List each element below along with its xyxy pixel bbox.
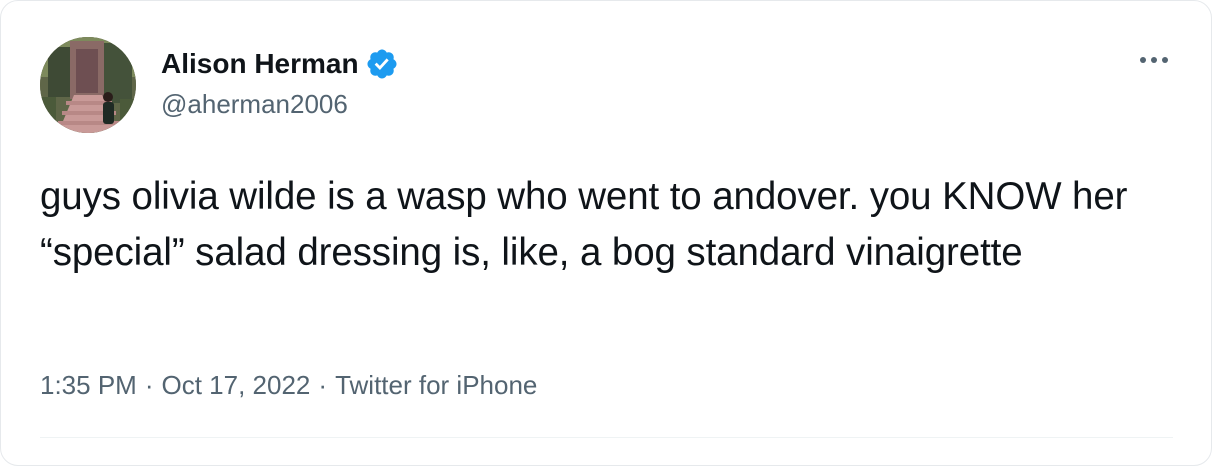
avatar-photo (40, 37, 136, 133)
verified-badge-icon (365, 47, 399, 81)
author-handle[interactable]: @aherman2006 (161, 87, 348, 121)
tweet-time-link[interactable]: 1:35 PM (40, 370, 137, 400)
more-horizontal-icon (1140, 57, 1168, 63)
divider (40, 437, 1173, 438)
tweet-source-link[interactable]: Twitter for iPhone (335, 370, 537, 400)
tweet-card: Alison Herman @aherman2006 guys olivia w… (0, 0, 1212, 466)
author-avatar[interactable] (40, 37, 136, 133)
more-options-button[interactable] (1137, 43, 1171, 77)
author-display-name[interactable]: Alison Herman (161, 45, 359, 83)
tweet-text: guys olivia wilde is a wasp who went to … (40, 175, 1128, 274)
meta-separator: · (318, 370, 328, 400)
meta-separator: · (144, 370, 154, 400)
author-name-row: Alison Herman (161, 45, 399, 83)
tweet-date-link[interactable]: Oct 17, 2022 (162, 370, 311, 400)
tweet-metadata: 1:35 PM · Oct 17, 2022 · Twitter for iPhone (40, 367, 537, 403)
